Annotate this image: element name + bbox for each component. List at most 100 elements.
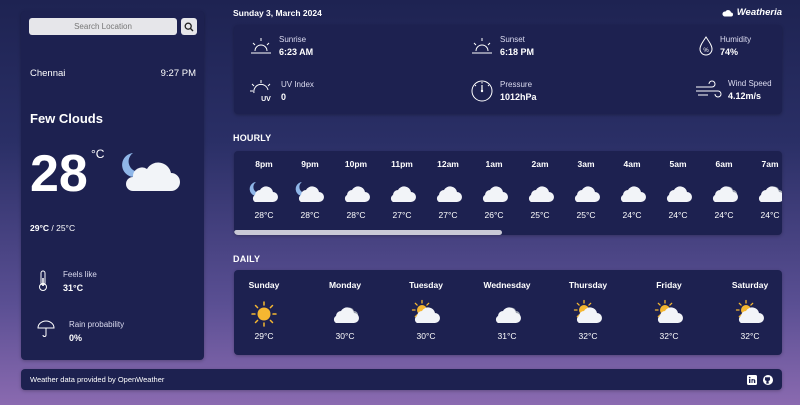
rain-probability: Rain probability 0%	[37, 320, 124, 343]
hourly-temperature: 24°C	[622, 210, 642, 220]
uv-index-value: 0	[281, 92, 287, 102]
high-temperature: 29°C	[30, 223, 49, 233]
wind-speed-stat: Wind Speed 4.12m/s	[694, 79, 772, 101]
daily-day: Thursday	[568, 280, 608, 290]
hourly-scrollbar[interactable]	[234, 230, 502, 235]
wind-speed-value: 4.12m/s	[728, 91, 762, 101]
daily-temperature: 30°C	[335, 331, 355, 341]
daily-temperature: 32°C	[659, 331, 679, 341]
humidity-value: 74%	[720, 47, 739, 57]
cloud-icon	[569, 178, 603, 211]
daily-temperature: 30°C	[416, 331, 436, 341]
search-bar	[29, 18, 197, 35]
temperature-unit: °C	[91, 147, 105, 161]
sunset-stat: Sunset 6:18 PM	[470, 35, 534, 57]
sun-cloud-icon	[733, 299, 767, 332]
cloud-logo-icon	[722, 9, 733, 16]
daily-day: Monday	[328, 280, 362, 290]
feels-like-label: Feels like	[63, 270, 97, 279]
low-temperature: 25°C	[56, 223, 76, 233]
footer: Weather data provided by OpenWeather	[21, 369, 782, 390]
uv-index-icon: UV	[250, 80, 271, 103]
hourly-temperature: 27°C	[438, 210, 458, 220]
local-time: 9:27 PM	[160, 68, 196, 79]
pressure-gauge-icon	[471, 80, 493, 102]
uv-index-stat: UV UV Index 0	[249, 79, 314, 103]
sun-cloud-icon	[571, 299, 605, 332]
footer-attribution: Weather data provided by OpenWeather	[30, 375, 165, 384]
sunrise-label: Sunrise	[279, 35, 307, 44]
broken-clouds-icon	[490, 299, 524, 332]
hourly-time: 3am	[577, 159, 595, 169]
high-low-temperature: 29°C / 25°C	[30, 223, 76, 233]
cloud-icon	[339, 178, 373, 211]
daily-temperature: 32°C	[578, 331, 598, 341]
daily-temperature: 32°C	[740, 331, 760, 341]
broken-clouds-icon	[707, 178, 741, 211]
humidity-label: Humidity	[720, 35, 752, 44]
search-input[interactable]	[29, 18, 177, 35]
hourly-time: 9pm	[301, 159, 319, 169]
linkedin-icon[interactable]	[747, 374, 757, 385]
daily-day: Tuesday	[409, 280, 443, 290]
sun-cloud-icon	[409, 299, 443, 332]
sun-cloud-icon	[652, 299, 686, 332]
github-icon[interactable]	[763, 374, 773, 385]
brand-logo[interactable]: Weatheria	[722, 7, 782, 18]
daily-day: Sunday	[248, 280, 280, 290]
weather-condition: Few Clouds	[30, 111, 103, 126]
hourly-time: 1am	[485, 159, 503, 169]
daily-day: Saturday	[731, 280, 769, 290]
hourly-temperature: 26°C	[484, 210, 504, 220]
daily-temperature: 31°C	[497, 331, 517, 341]
rain-probability-value: 0%	[69, 333, 83, 343]
wind-icon	[696, 80, 722, 98]
hourly-time: 2am	[531, 159, 549, 169]
search-button[interactable]	[181, 18, 197, 35]
daily-forecast: Sunday 29°C Monday 30°C Tuesday 30°C Wednes…	[234, 270, 782, 355]
hourly-temperature: 28°C	[300, 210, 320, 220]
hourly-temperature: 25°C	[576, 210, 596, 220]
hourly-time: 7am	[761, 159, 779, 169]
svg-text:%: %	[703, 48, 709, 54]
hourly-temperature: 24°C	[714, 210, 734, 220]
current-temperature: 28	[30, 145, 88, 203]
cloud-icon	[431, 178, 465, 211]
humidity-icon: %	[699, 36, 713, 56]
sunset-icon	[472, 38, 492, 54]
pressure-label: Pressure	[500, 80, 533, 89]
svg-text:UV: UV	[261, 96, 271, 103]
hourly-time: 5am	[669, 159, 687, 169]
cloud-icon	[385, 178, 419, 211]
feels-like: Feels like 31°C	[37, 270, 97, 293]
current-date: Sunday 3, March 2024	[233, 8, 322, 18]
moon-cloud-icon	[293, 178, 327, 211]
city-name: Chennai	[30, 68, 66, 79]
cloud-icon	[477, 178, 511, 211]
pressure-stat: Pressure 1012hPa	[470, 79, 537, 103]
broken-clouds-icon	[753, 178, 782, 211]
hourly-forecast: 8pm 28°C 9pm 28°C 10pm 28°C 11pm 27°C 12am 2…	[234, 151, 782, 235]
weather-stats-panel: Sunrise 6:23 AM Sunset 6:18 PM % Humidity 7…	[234, 25, 782, 114]
umbrella-icon	[37, 320, 55, 337]
pressure-value: 1012hPa	[500, 92, 537, 102]
humidity-stat: % Humidity 74%	[698, 35, 751, 57]
rain-probability-label: Rain probability	[69, 320, 125, 329]
moon-cloud-icon	[247, 178, 281, 211]
current-weather-panel: Chennai 9:27 PM Few Clouds 28 °C 29°C / …	[21, 11, 204, 360]
sunset-value: 6:18 PM	[500, 47, 535, 57]
daily-title: DAILY	[233, 254, 261, 264]
location-row: Chennai 9:27 PM	[30, 68, 196, 79]
hourly-temperature: 27°C	[392, 210, 412, 220]
cloud-icon	[523, 178, 557, 211]
hourly-temperature: 25°C	[530, 210, 550, 220]
uv-index-label: UV Index	[281, 80, 314, 89]
hourly-time: 8pm	[255, 159, 273, 169]
daily-temperature: 29°C	[254, 331, 274, 341]
hourly-temperature: 24°C	[668, 210, 688, 220]
hourly-title: HOURLY	[233, 133, 272, 143]
hourly-temperature: 28°C	[254, 210, 274, 220]
feels-like-value: 31°C	[63, 283, 84, 293]
wind-speed-label: Wind Speed	[728, 79, 772, 88]
search-icon	[184, 22, 194, 31]
